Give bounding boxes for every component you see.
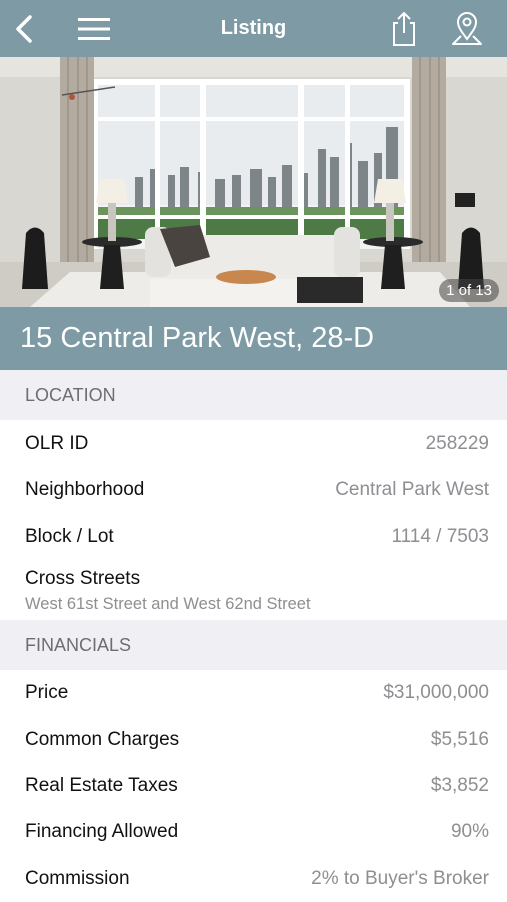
section-header-location: LOCATION bbox=[0, 370, 507, 420]
row-value: $5,516 bbox=[430, 729, 489, 750]
row-label: Financing Allowed bbox=[25, 821, 179, 842]
section-header-financials: FINANCIALS bbox=[0, 620, 507, 670]
back-button[interactable] bbox=[6, 0, 42, 57]
row-value: 1114 / 7503 bbox=[391, 526, 489, 547]
row-label: Price bbox=[25, 682, 69, 703]
living-room-photo bbox=[0, 57, 507, 307]
row-label: Neighborhood bbox=[25, 479, 145, 500]
photo-counter: 1 of 13 bbox=[439, 279, 499, 302]
row-common-charges: Common Charges $5,516 bbox=[0, 717, 507, 763]
row-olr-id: OLR ID 258229 bbox=[0, 421, 507, 467]
row-label: Cross Streets bbox=[25, 568, 141, 589]
row-label: Commission bbox=[25, 868, 130, 889]
row-value: 90% bbox=[450, 821, 489, 842]
row-label: Block / Lot bbox=[25, 526, 114, 547]
row-label: Common Charges bbox=[25, 729, 180, 750]
share-button[interactable] bbox=[386, 0, 422, 57]
menu-button[interactable] bbox=[74, 0, 114, 57]
nav-bar: Listing bbox=[0, 0, 507, 57]
row-value: 258229 bbox=[425, 433, 489, 454]
row-cross-streets: Cross Streets West 61st Street and West … bbox=[0, 558, 507, 620]
listing-title-bar: 15 Central Park West, 28-D bbox=[0, 307, 507, 370]
row-value: $31,000,000 bbox=[383, 682, 489, 703]
row-label: Real Estate Taxes bbox=[25, 775, 178, 796]
back-chevron-icon bbox=[16, 14, 32, 43]
row-value: $3,852 bbox=[430, 775, 489, 796]
cross-streets-value: West 61st Street and West 62nd Street bbox=[25, 595, 311, 613]
listing-photo[interactable]: 1 of 13 bbox=[0, 57, 507, 307]
hamburger-menu-icon bbox=[78, 17, 110, 40]
listing-title: 15 Central Park West, 28-D bbox=[20, 322, 375, 354]
share-icon bbox=[393, 11, 415, 46]
row-commission: Commission 2% to Buyer's Broker bbox=[0, 856, 507, 900]
row-neighborhood: Neighborhood Central Park West bbox=[0, 467, 507, 513]
map-pin-icon bbox=[452, 11, 482, 45]
row-value: 2% to Buyer's Broker bbox=[311, 868, 489, 889]
row-price: Price $31,000,000 bbox=[0, 670, 507, 716]
map-button[interactable] bbox=[448, 0, 486, 57]
row-financing-allowed: Financing Allowed 90% bbox=[0, 809, 507, 855]
row-block-lot: Block / Lot 1114 / 7503 bbox=[0, 514, 507, 560]
row-label: OLR ID bbox=[25, 433, 89, 454]
row-value: Central Park West bbox=[335, 479, 489, 500]
row-real-estate-taxes: Real Estate Taxes $3,852 bbox=[0, 763, 507, 809]
